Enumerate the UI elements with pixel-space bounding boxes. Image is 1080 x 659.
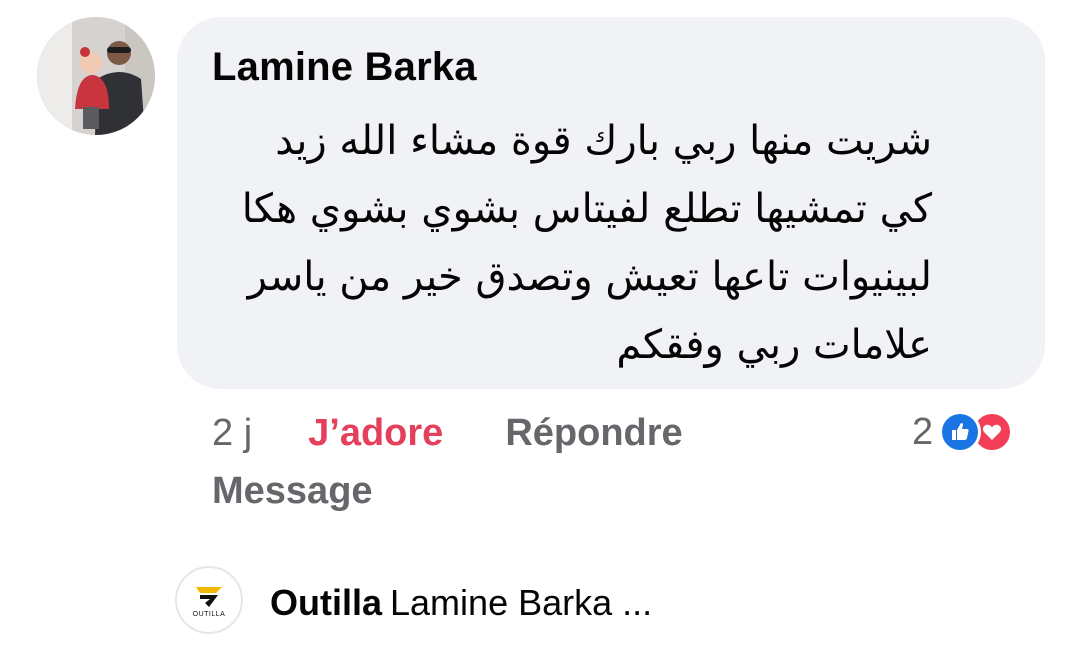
outilla-logo-icon [196,586,222,607]
message-button[interactable]: Message [212,470,373,513]
comment-timestamp[interactable]: 2 j [212,412,252,455]
avatar[interactable] [37,17,155,135]
comment-author[interactable]: Lamine Barka [212,45,477,90]
comment-bubble: Lamine Barka شريت منها ربي بارك قوة مشاء… [177,17,1045,389]
comment-thread: Lamine Barka شريت منها ربي بارك قوة مشاء… [0,0,1080,659]
love-reaction-button[interactable]: J’adore [308,412,443,455]
comment-actions: 2 j J’adore Répondre [212,410,683,456]
like-icon [939,411,982,453]
reply-preview[interactable]: Outilla Lamine Barka ... [270,582,652,624]
reaction-summary[interactable]: 2 [912,408,1014,456]
profile-photo-icon [37,17,155,135]
outilla-brand-text: OUTILLA [192,610,226,618]
reaction-count: 2 [912,410,934,453]
reply-button[interactable]: Répondre [505,412,682,455]
reply-author[interactable]: Outilla [270,582,382,623]
reply-snippet: Lamine Barka ... [390,582,653,623]
outilla-avatar[interactable]: OUTILLA [175,566,243,634]
comment-text: شريت منها ربي بارك قوة مشاء الله زيد كي … [241,118,932,368]
comment-text-block: شريت منها ربي بارك قوة مشاء الله زيد كي … [212,107,932,379]
